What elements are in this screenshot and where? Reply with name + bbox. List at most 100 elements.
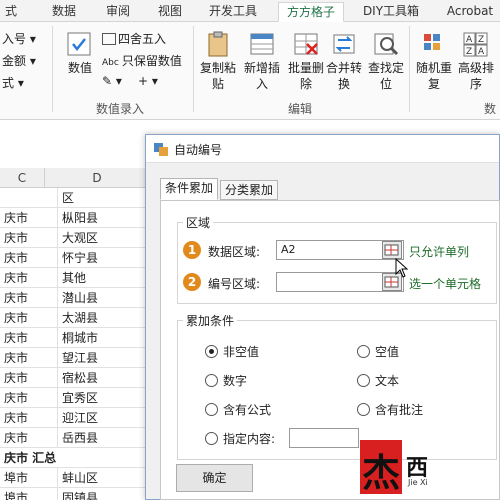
round-button[interactable]: 四舍五入 <box>102 30 166 47</box>
condition-group-label: 累加条件 <box>183 312 238 329</box>
cell-d[interactable]: 望江县 <box>58 348 150 368</box>
cell-c[interactable]: 庆市 <box>0 368 58 388</box>
value-button[interactable]: 数值 <box>58 30 102 94</box>
table-row: 庆市 潜山县 <box>0 288 150 308</box>
advanced-sort-button[interactable]: AZZA 高级排序 <box>454 30 498 94</box>
cell-d[interactable]: 枞阳县 <box>58 208 150 228</box>
table-row: 庆市 其他 <box>0 268 150 288</box>
cell-d[interactable]: 大观区 <box>58 228 150 248</box>
cell-c[interactable]: 埠市 <box>0 488 58 500</box>
round-icon <box>102 33 116 45</box>
dialog-titlebar[interactable]: 自动编号 <box>146 135 499 163</box>
value-icon <box>65 30 95 58</box>
condition-panel: 区域 1 数据区域: A2 只允许单列 2 编号区域: 选一个单元格 累加条件 … <box>160 200 500 500</box>
tab-view[interactable]: 视图 <box>150 2 190 22</box>
logo-big-char: 杰 <box>362 450 401 495</box>
find-locate-label: 查找定位 <box>367 61 404 91</box>
cell-d[interactable]: 迎江区 <box>58 408 150 428</box>
cell-d[interactable]: 宿松县 <box>58 368 150 388</box>
cell-c[interactable]: 庆市 <box>0 408 58 428</box>
range-picker-icon <box>384 244 399 256</box>
advanced-sort-label: 高级排序 <box>457 61 494 91</box>
cell-c[interactable]: 庆市 <box>0 228 58 248</box>
column-header-d[interactable]: D <box>45 168 150 188</box>
ribbon-separator <box>52 26 53 112</box>
data-area-picker-button[interactable] <box>382 241 402 259</box>
cell-d[interactable]: 固镇县 <box>58 488 150 500</box>
cell-c[interactable]: 庆市 <box>0 348 58 368</box>
radio-empty[interactable] <box>357 345 370 358</box>
cell-d[interactable]: 桐城市 <box>58 328 150 348</box>
radio-formula[interactable] <box>205 403 218 416</box>
merge-icon <box>329 30 359 58</box>
ribbon-item-amount[interactable]: 金额 ▾ <box>2 52 36 69</box>
cell-d[interactable]: 岳西县 <box>58 428 150 448</box>
ribbon-separator <box>409 26 410 112</box>
copy-paste-label: 复制粘贴 <box>199 61 236 91</box>
random-repeat-button[interactable]: 随机重复 <box>412 30 456 94</box>
cell-c[interactable]: 庆市 <box>0 208 58 228</box>
cell-d[interactable] <box>58 448 150 468</box>
cell-d[interactable]: 怀宁县 <box>58 248 150 268</box>
tab-diy-toolbox[interactable]: DIY工具箱 <box>355 2 427 22</box>
watermark-logo: 杰 西 Jie Xi <box>360 440 440 500</box>
tab-review[interactable]: 审阅 <box>98 2 138 22</box>
ok-button[interactable]: 确定 <box>176 464 253 492</box>
dialog-title: 自动编号 <box>174 143 223 157</box>
cell-c[interactable]: 庆市 <box>0 328 58 348</box>
table-row: 区 <box>0 188 150 208</box>
radio-comment[interactable] <box>357 403 370 416</box>
cell-c[interactable]: 庆市 <box>0 248 58 268</box>
table-row: 埠市 固镇县 <box>0 488 150 500</box>
tab-condition-accumulate[interactable]: 条件累加 <box>160 178 218 200</box>
new-insert-button[interactable]: 新增插入 <box>240 30 284 94</box>
cell-d[interactable]: 其他 <box>58 268 150 288</box>
find-locate-button[interactable]: 查找定位 <box>364 30 408 94</box>
clipboard-icon <box>203 30 233 58</box>
table-row: 埠市 蚌山区 <box>0 468 150 488</box>
cell-c[interactable]: 庆市 <box>0 308 58 328</box>
radio-nonempty-label: 非空值 <box>223 345 260 359</box>
cell-c[interactable] <box>0 188 58 208</box>
cell-d[interactable]: 宜秀区 <box>58 388 150 408</box>
cell-d[interactable]: 太湖县 <box>58 308 150 328</box>
radio-nonempty[interactable] <box>205 345 218 358</box>
plus-dropdown[interactable]: + ▾ <box>138 74 158 88</box>
table-row: 庆市 枞阳县 <box>0 208 150 228</box>
ribbon-item-format[interactable]: 式 ▾ <box>2 74 24 91</box>
cell-c[interactable]: 庆市 <box>0 428 58 448</box>
radio-specified[interactable] <box>205 432 218 445</box>
radio-text[interactable] <box>357 374 370 387</box>
group-label-numeric: 数值录入 <box>96 102 145 116</box>
cell-c[interactable]: 埠市 <box>0 468 58 488</box>
tab-formula[interactable]: 式 <box>0 2 22 22</box>
tab-developer[interactable]: 开发工具 <box>200 2 266 22</box>
radio-number[interactable] <box>205 374 218 387</box>
step-2-badge: 2 <box>183 273 201 291</box>
cell-c[interactable]: 庆市 <box>0 388 58 408</box>
table-row: 庆市 宿松县 <box>0 368 150 388</box>
cell-c[interactable]: 庆市 <box>0 268 58 288</box>
area-group-label: 区域 <box>183 214 214 231</box>
keep-value-label: 只保留数值 <box>121 54 182 68</box>
data-area-label: 数据区域: <box>208 245 261 259</box>
specified-content-input[interactable] <box>289 428 359 448</box>
new-insert-label: 新增插入 <box>243 61 280 91</box>
tab-category-accumulate[interactable]: 分类累加 <box>220 180 278 200</box>
keep-value-button[interactable]: Abc 只保留数值 <box>102 52 182 69</box>
table-row: 庆市 宜秀区 <box>0 388 150 408</box>
merge-convert-button[interactable]: 合并转换 <box>322 30 366 94</box>
cell-d[interactable]: 区 <box>58 188 150 208</box>
table-row: 庆市 岳西县 <box>0 428 150 448</box>
column-header-c[interactable]: C <box>0 168 45 188</box>
edit-dropdown[interactable]: ✎ ▾ <box>102 74 122 88</box>
copy-paste-button[interactable]: 复制粘贴 <box>196 30 240 94</box>
cell-d[interactable]: 潜山县 <box>58 288 150 308</box>
ribbon-item-serial[interactable]: 入号 ▾ <box>2 30 36 47</box>
tab-fangfanggezi[interactable]: 方方格子 <box>278 2 344 22</box>
tab-data[interactable]: 数据 <box>44 2 84 22</box>
tab-acrobat[interactable]: Acrobat <box>440 2 500 22</box>
cell-c[interactable]: 庆市 <box>0 288 58 308</box>
table-row: 庆市 桐城市 <box>0 328 150 348</box>
cell-d[interactable]: 蚌山区 <box>58 468 150 488</box>
